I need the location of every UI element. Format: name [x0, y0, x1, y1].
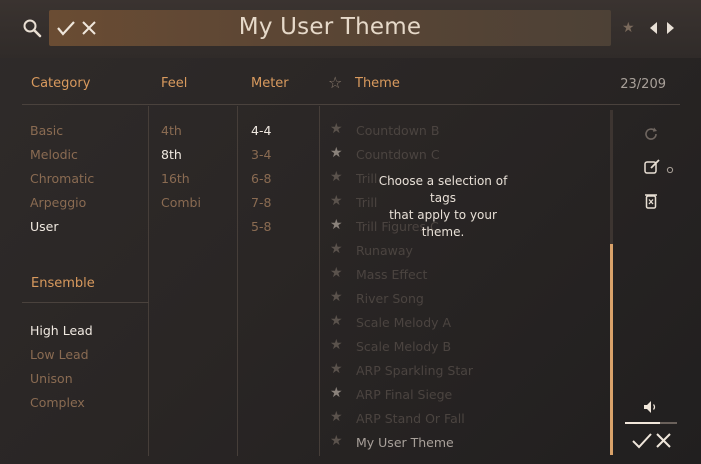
theme-row[interactable]: ★ ARP Final Siege — [330, 382, 600, 406]
reset-icon[interactable] — [643, 126, 659, 142]
star-icon[interactable]: ★ — [330, 433, 343, 449]
column-divider — [148, 106, 149, 456]
delete-icon[interactable] — [644, 192, 658, 209]
theme-row[interactable]: ★ River Song — [330, 286, 600, 310]
star-filter-icon[interactable]: ☆ — [328, 73, 342, 92]
hint-line: Choose a selection of tags — [378, 174, 508, 205]
arrow-right-icon[interactable] — [667, 22, 674, 34]
ensemble-header: Ensemble — [31, 276, 95, 291]
header-divider — [22, 104, 680, 105]
feel-item-16th[interactable]: 16th — [161, 171, 190, 186]
search-icon[interactable] — [22, 18, 42, 38]
checkmark-icon[interactable] — [632, 432, 652, 449]
star-icon[interactable]: ★ — [330, 265, 343, 281]
feel-item-8th[interactable]: 8th — [161, 147, 182, 162]
meter-item-7-8[interactable]: 7-8 — [251, 195, 271, 210]
star-icon[interactable]: ★ — [622, 20, 635, 36]
theme-row[interactable]: ★ ARP Sparkling Star — [330, 358, 600, 382]
star-icon[interactable]: ★ — [330, 241, 343, 257]
result-count: 23/209 — [620, 77, 666, 92]
meter-header: Meter — [251, 76, 289, 91]
volume-icon[interactable] — [643, 400, 659, 414]
feel-item-4th[interactable]: 4th — [161, 123, 182, 138]
meter-item-6-8[interactable]: 6-8 — [251, 171, 271, 186]
meter-item-3-4[interactable]: 3-4 — [251, 147, 271, 162]
category-item-user[interactable]: User — [30, 219, 59, 234]
theme-row[interactable]: ★ Countdown C — [330, 142, 600, 166]
arrow-left-icon[interactable] — [650, 22, 657, 34]
volume-slider-fill — [625, 422, 660, 424]
star-icon[interactable]: ★ — [330, 217, 343, 233]
star-icon[interactable]: ★ — [330, 313, 343, 329]
theme-row[interactable]: ★ Scale Melody B — [330, 334, 600, 358]
edit-icon[interactable] — [643, 158, 661, 176]
star-icon[interactable]: ★ — [330, 169, 343, 185]
star-icon[interactable]: ★ — [330, 193, 343, 209]
star-icon[interactable]: ★ — [330, 121, 343, 137]
theme-row[interactable]: ★ Runaway — [330, 238, 600, 262]
star-icon[interactable]: ★ — [330, 361, 343, 377]
ensemble-item-high-lead[interactable]: High Lead — [30, 323, 93, 338]
category-item-basic[interactable]: Basic — [30, 123, 63, 138]
star-icon[interactable]: ★ — [330, 385, 343, 401]
category-header: Category — [31, 76, 91, 91]
star-icon[interactable]: ★ — [330, 289, 343, 305]
ensemble-divider — [22, 302, 149, 303]
hint-line: that apply to your theme. — [389, 208, 497, 239]
theme-name-field[interactable]: My User Theme — [49, 10, 611, 46]
ensemble-item-unison[interactable]: Unison — [30, 371, 73, 386]
star-icon[interactable]: ★ — [330, 145, 343, 161]
ensemble-item-low-lead[interactable]: Low Lead — [30, 347, 89, 362]
theme-header: Theme — [355, 76, 400, 91]
theme-row[interactable]: ★ Mass Effect — [330, 262, 600, 286]
feel-item-combi[interactable]: Combi — [161, 195, 201, 210]
column-divider — [319, 106, 320, 456]
feel-header: Feel — [161, 76, 188, 91]
theme-row[interactable]: ★ Scale Melody A — [330, 310, 600, 334]
theme-row[interactable]: ★ ARP Stand Or Fall — [330, 406, 600, 430]
meter-item-4-4[interactable]: 4-4 — [251, 123, 271, 138]
category-item-melodic[interactable]: Melodic — [30, 147, 78, 162]
indicator-dot-icon — [666, 166, 674, 174]
theme-row[interactable]: ★ Countdown B — [330, 118, 600, 142]
ensemble-item-complex[interactable]: Complex — [30, 395, 85, 410]
star-icon[interactable]: ★ — [330, 337, 343, 353]
top-bar: My User Theme ★ — [0, 0, 701, 58]
close-icon[interactable] — [656, 433, 671, 448]
meter-item-5-8[interactable]: 5-8 — [251, 219, 271, 234]
empty-selection-hint: Choose a selection of tags that apply to… — [370, 173, 516, 241]
scrollbar-thumb[interactable] — [610, 244, 613, 455]
star-icon[interactable]: ★ — [330, 409, 343, 425]
column-divider — [237, 106, 238, 456]
category-item-arpeggio[interactable]: Arpeggio — [30, 195, 86, 210]
category-item-chromatic[interactable]: Chromatic — [30, 171, 94, 186]
theme-name-text: My User Theme — [238, 14, 422, 40]
theme-row[interactable]: ★ My User Theme — [330, 430, 600, 454]
